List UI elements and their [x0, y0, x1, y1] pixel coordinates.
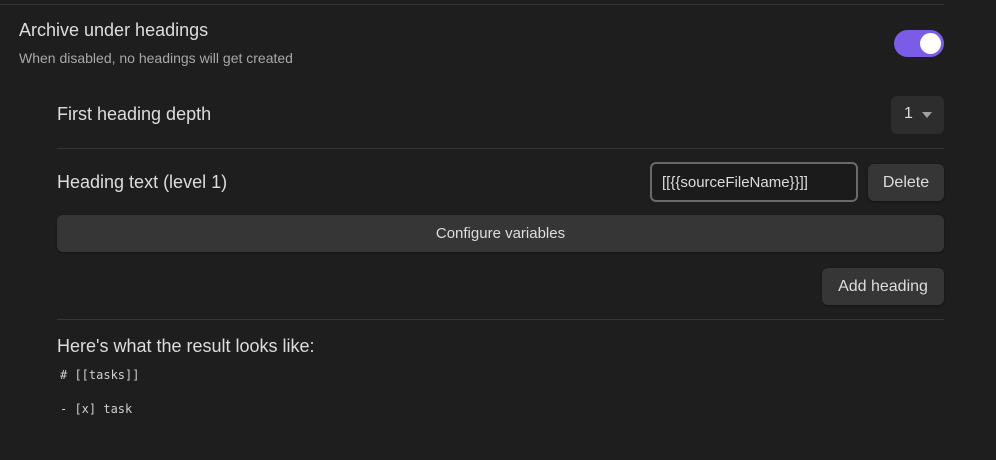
result-preview-code: # [[tasks]] - [x] task: [60, 367, 139, 418]
archive-toggle[interactable]: [894, 30, 944, 57]
top-divider: [0, 4, 944, 5]
settings-panel: Archive under headings When disabled, no…: [0, 0, 996, 460]
heading-text-input[interactable]: [650, 162, 858, 202]
code-line: # [[tasks]]: [60, 368, 140, 382]
divider: [57, 319, 944, 320]
archive-setting-title: Archive under headings: [19, 20, 209, 40]
divider: [57, 148, 944, 149]
result-preview-label: Here's what the result looks like:: [57, 336, 315, 356]
heading-depth-value: 1: [904, 105, 913, 122]
heading-depth-select[interactable]: 1: [891, 96, 944, 134]
add-heading-button[interactable]: Add heading: [822, 268, 944, 305]
configure-variables-button[interactable]: Configure variables: [57, 215, 944, 252]
code-line: - [x] task: [60, 402, 133, 416]
heading-depth-label: First heading depth: [57, 104, 212, 124]
delete-button[interactable]: Delete: [868, 164, 944, 201]
chevron-down-icon: [922, 112, 932, 118]
heading-text-label: Heading text (level 1): [57, 172, 228, 192]
archive-setting-description: When disabled, no headings will get crea…: [19, 50, 293, 66]
toggle-knob: [920, 33, 941, 54]
